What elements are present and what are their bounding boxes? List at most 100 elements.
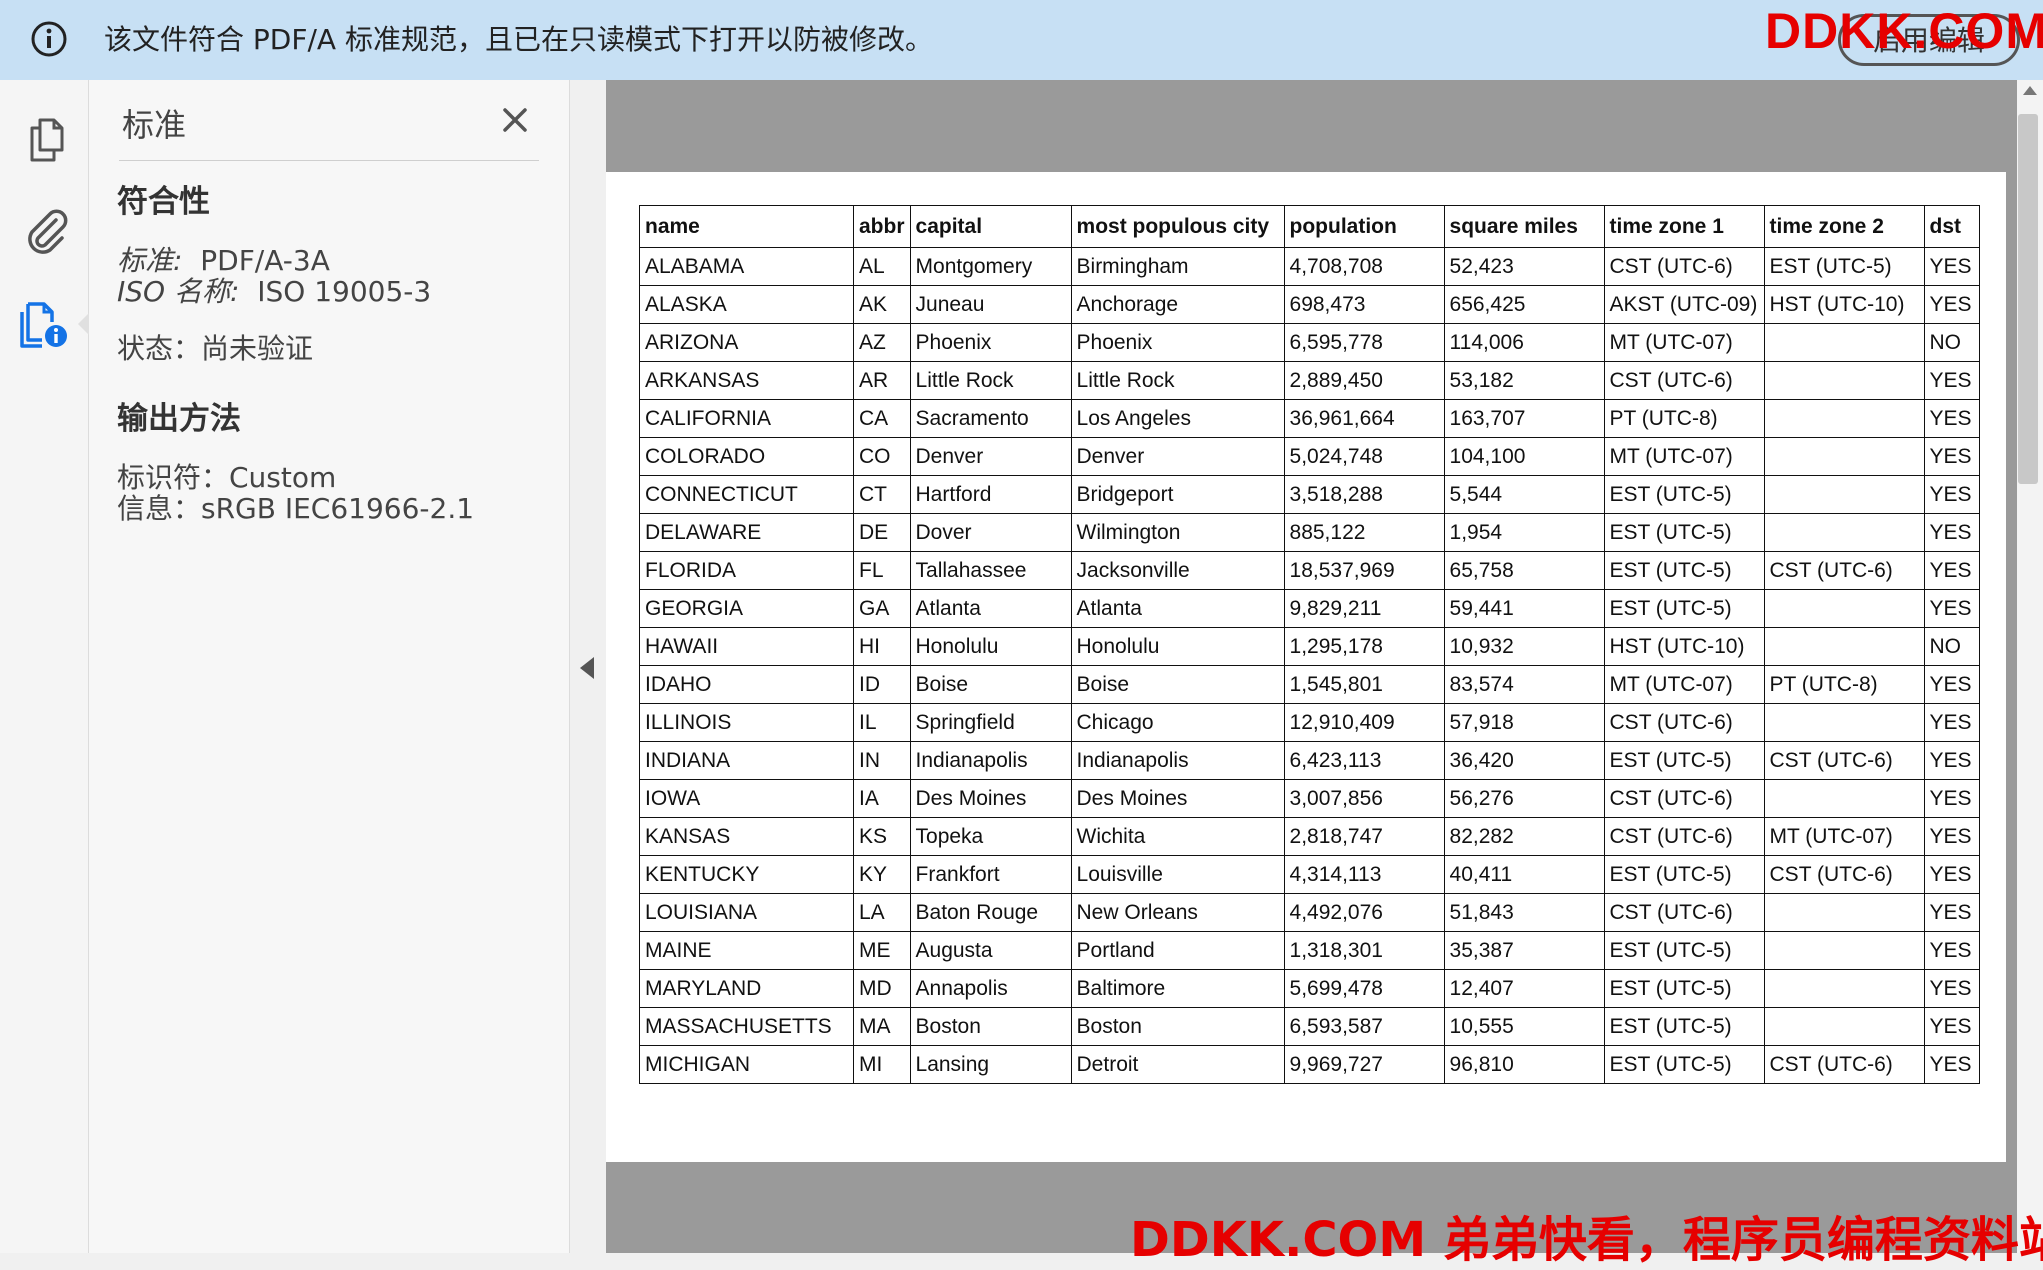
table-cell: HI xyxy=(853,627,911,666)
table-cell: EST (UTC-5) xyxy=(1603,475,1765,514)
table-cell: 104,100 xyxy=(1443,437,1605,476)
table-cell: 10,932 xyxy=(1443,627,1605,666)
table-cell: Birmingham xyxy=(1070,247,1285,286)
watermark-top: DDKK.COM xyxy=(1765,3,2043,59)
table-cell: Honolulu xyxy=(1070,627,1285,666)
table-cell xyxy=(1763,323,1925,362)
table-cell: EST (UTC-5) xyxy=(1603,1007,1765,1046)
column-header: abbr xyxy=(853,205,911,248)
column-header: dst xyxy=(1923,205,1980,248)
table-cell: YES xyxy=(1923,969,1980,1008)
table-cell: KANSAS xyxy=(639,817,854,856)
table-cell: CST (UTC-6) xyxy=(1603,893,1765,932)
panel-divider xyxy=(119,160,539,161)
column-header: most populous city xyxy=(1070,205,1285,248)
table-cell: Tallahassee xyxy=(909,551,1072,590)
table-cell: EST (UTC-5) xyxy=(1763,247,1925,286)
table-cell: Little Rock xyxy=(909,361,1072,400)
table-cell: YES xyxy=(1923,551,1980,590)
table-cell: 2,889,450 xyxy=(1283,361,1445,400)
table-cell: Springfield xyxy=(909,703,1072,742)
collapse-panel-arrow[interactable] xyxy=(580,657,594,679)
table-cell: Anchorage xyxy=(1070,285,1285,324)
table-cell: GA xyxy=(853,589,911,628)
table-row: GEORGIA GA Atlanta Atlanta 9,829,211 59,441 ES… xyxy=(639,589,1980,628)
table-cell: Topeka xyxy=(909,817,1072,856)
table-cell: 10,555 xyxy=(1443,1007,1605,1046)
table-cell: EST (UTC-5) xyxy=(1603,969,1765,1008)
table-cell: 885,122 xyxy=(1283,513,1445,552)
table-cell: Los Angeles xyxy=(1070,399,1285,438)
table-cell: ME xyxy=(853,931,911,970)
table-cell: 5,544 xyxy=(1443,475,1605,514)
table-cell: Boston xyxy=(909,1007,1072,1046)
table-cell: 65,758 xyxy=(1443,551,1605,590)
output-method-heading: 输出方法 xyxy=(117,401,241,437)
table-cell: CST (UTC-6) xyxy=(1763,741,1925,780)
table-cell: Des Moines xyxy=(1070,779,1285,818)
table-header-row: name abbr capital most populous city populat… xyxy=(639,205,1980,248)
close-icon[interactable] xyxy=(495,100,535,140)
document-view[interactable]: name abbr capital most populous city populat… xyxy=(606,80,2023,1253)
table-row: FLORIDA FL Tallahassee Jacksonville 18,537,9… xyxy=(639,551,1980,590)
table-cell: CST (UTC-6) xyxy=(1603,779,1765,818)
states-table: name abbr capital most populous city populat… xyxy=(639,205,1980,1084)
table-row: ALASKA AK Juneau Anchorage 698,473 656,425 AKS… xyxy=(639,285,1980,324)
table-cell: IOWA xyxy=(639,779,854,818)
table-cell: YES xyxy=(1923,817,1980,856)
attachment-icon[interactable] xyxy=(18,202,74,258)
table-cell: 59,441 xyxy=(1443,589,1605,628)
standards-icon[interactable] xyxy=(18,296,74,352)
table-cell: MI xyxy=(853,1045,911,1084)
table-cell: CA xyxy=(853,399,911,438)
iso-label: ISO 名称: xyxy=(117,275,240,308)
table-cell: 40,411 xyxy=(1443,855,1605,894)
table-cell: Boise xyxy=(1070,665,1285,704)
table-cell: IDAHO xyxy=(639,665,854,704)
table-cell: Montgomery xyxy=(909,247,1072,286)
table-cell: 9,969,727 xyxy=(1283,1045,1445,1084)
scroll-thumb[interactable] xyxy=(2018,114,2038,484)
table-cell: Wilmington xyxy=(1070,513,1285,552)
table-cell: YES xyxy=(1923,855,1980,894)
table-row: MARYLAND MD Annapolis Baltimore 5,699,478 12,… xyxy=(639,969,1980,1008)
table-cell: IL xyxy=(853,703,911,742)
table-cell: KS xyxy=(853,817,911,856)
table-cell: EST (UTC-5) xyxy=(1603,513,1765,552)
table-cell: 3,007,856 xyxy=(1283,779,1445,818)
table-row: ALABAMA AL Montgomery Birmingham 4,708,708 52… xyxy=(639,247,1980,286)
table-cell: YES xyxy=(1923,665,1980,704)
table-cell: YES xyxy=(1923,1007,1980,1046)
table-cell: Frankfort xyxy=(909,855,1072,894)
table-cell: AR xyxy=(853,361,911,400)
table-cell: Portland xyxy=(1070,931,1285,970)
table-cell xyxy=(1763,361,1925,400)
table-cell xyxy=(1763,931,1925,970)
table-cell: MASSACHUSETTS xyxy=(639,1007,854,1046)
table-cell: 6,423,113 xyxy=(1283,741,1445,780)
table-cell: EST (UTC-5) xyxy=(1603,855,1765,894)
table-cell: 5,024,748 xyxy=(1283,437,1445,476)
table-row: KENTUCKY KY Frankfort Louisville 4,314,113 40… xyxy=(639,855,1980,894)
table-cell: ID xyxy=(853,665,911,704)
standard-row: 标准: PDF/A-3A xyxy=(117,245,330,276)
table-cell: 1,295,178 xyxy=(1283,627,1445,666)
table-cell: Bridgeport xyxy=(1070,475,1285,514)
table-cell: CT xyxy=(853,475,911,514)
pages-icon[interactable] xyxy=(18,110,74,166)
table-cell: CST (UTC-6) xyxy=(1603,247,1765,286)
table-cell: Atlanta xyxy=(909,589,1072,628)
table-cell: Little Rock xyxy=(1070,361,1285,400)
table-cell: YES xyxy=(1923,475,1980,514)
table-cell: 4,314,113 xyxy=(1283,855,1445,894)
scroll-up-arrow[interactable] xyxy=(2023,86,2037,95)
table-cell: Baltimore xyxy=(1070,969,1285,1008)
table-cell: 56,276 xyxy=(1443,779,1605,818)
table-row: IOWA IA Des Moines Des Moines 3,007,856 56,27… xyxy=(639,779,1980,818)
table-cell: YES xyxy=(1923,741,1980,780)
table-cell xyxy=(1763,1007,1925,1046)
table-cell xyxy=(1763,475,1925,514)
table-cell: NO xyxy=(1923,627,1980,666)
pdfa-info-banner: 该文件符合 PDF/A 标准规范，且已在只读模式下打开以防被修改。 启用编辑 xyxy=(0,0,2043,80)
table-cell: MA xyxy=(853,1007,911,1046)
